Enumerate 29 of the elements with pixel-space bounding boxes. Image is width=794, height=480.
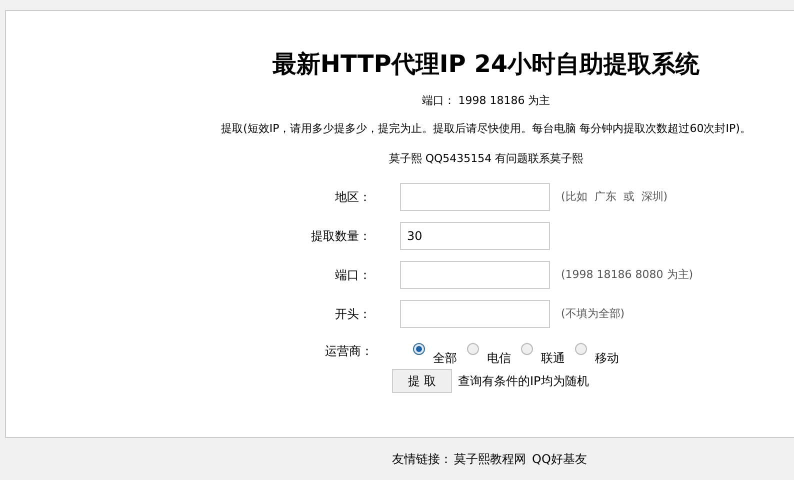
field-hint: (比如 广东 或 深圳) (561, 188, 668, 205)
field-label: 地区： (334, 189, 371, 206)
radio-option[interactable]: 移动 (575, 342, 619, 367)
contact-note: 莫子熙 QQ5435154 有问题联系莫子熙 (388, 151, 584, 167)
usage-note: 提取(短效IP，请用多少提多少，提完为止。提取后请尽快使用。每台电脑 每分钟内提取次数超过60次封IP)。 (221, 121, 751, 137)
port-note: 端口： 1998 18186 为主 (422, 93, 550, 109)
field-hint: (不填为全部) (561, 306, 625, 322)
radio-button[interactable] (413, 343, 425, 355)
input-field[interactable] (400, 261, 550, 289)
field-hint: (1998 18186 8080 为主) (561, 266, 694, 283)
input-field[interactable] (400, 300, 550, 328)
field-label: 端口： (334, 267, 371, 284)
footer-link[interactable]: 莫子熙教程网 (454, 450, 526, 468)
radio-option[interactable]: 全部 (413, 342, 457, 367)
input-field[interactable]: 30 (400, 222, 550, 250)
field-label: 运营商： (324, 343, 373, 360)
input-field[interactable] (400, 183, 550, 211)
radio-button[interactable] (521, 343, 533, 355)
footer-link[interactable]: QQ好基友 (532, 450, 587, 468)
footer-label: 友情链接： (392, 451, 452, 468)
page-title: 最新HTTP代理IP 24小时自助提取系统 (272, 49, 700, 79)
radio-button[interactable] (467, 343, 479, 355)
radio-option[interactable]: 电信 (467, 342, 511, 367)
radio-button[interactable] (575, 343, 587, 355)
radio-option[interactable]: 联通 (521, 342, 565, 367)
field-label: 提取数量： (310, 228, 371, 245)
submit-button[interactable]: 提 取 (392, 369, 452, 393)
field-label: 开头： (334, 306, 371, 323)
submit-note: 查询有条件的IP均为随机 (458, 373, 589, 390)
